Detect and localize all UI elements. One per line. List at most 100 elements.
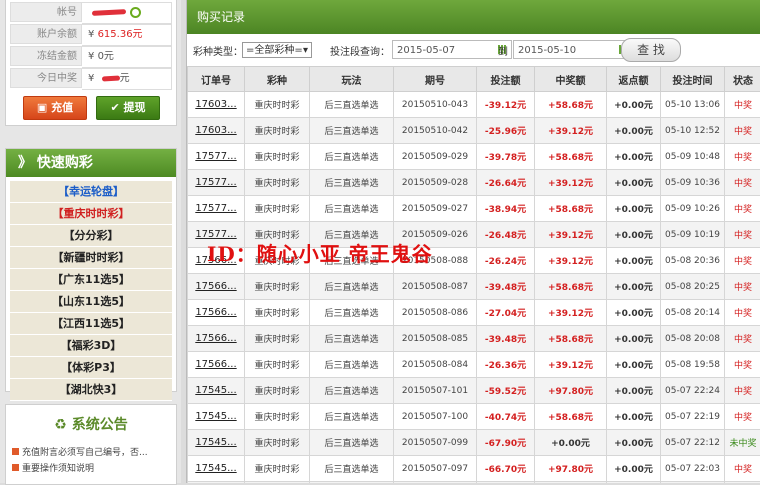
- lottery-cell: 重庆时时彩: [245, 352, 310, 378]
- deposit-icon: ▣: [37, 101, 51, 114]
- bet-time-cell: 05-09 10:26: [661, 196, 725, 222]
- order-id-link[interactable]: 17577...: [188, 196, 245, 222]
- notice-header: ♻ 系统公告: [6, 405, 176, 445]
- bet-amount-cell: -26.36元: [477, 352, 535, 378]
- play-type-cell: 后三直选单选: [310, 352, 394, 378]
- column-header: 返点额: [607, 67, 661, 92]
- quick-buy-item[interactable]: 【江西11选5】: [10, 313, 172, 335]
- win-amount-cell: +0.00元: [535, 430, 607, 456]
- column-header: 玩法: [310, 67, 394, 92]
- quick-buy-item[interactable]: 【新疆时时彩】: [10, 247, 172, 269]
- date-to-input[interactable]: 2015-05-10: [513, 40, 633, 59]
- bet-time-cell: 05-08 20:36: [661, 248, 725, 274]
- rebate-cell: +0.00元: [607, 118, 661, 144]
- quick-buy-item[interactable]: 【山东11选5】: [10, 291, 172, 313]
- account-value: ¥ 615.36元: [82, 24, 172, 46]
- order-id-link[interactable]: 17545...: [188, 378, 245, 404]
- table-row: 17566...重庆时时彩后三直选单选20150508-086-27.04元+3…: [188, 300, 760, 326]
- order-id-link[interactable]: 17566...: [188, 274, 245, 300]
- quick-buy-item[interactable]: 【福彩3D】: [10, 335, 172, 357]
- bet-time-cell: 05-08 19:58: [661, 352, 725, 378]
- win-amount-cell: +39.12元: [535, 118, 607, 144]
- order-id-link[interactable]: 17603...: [188, 118, 245, 144]
- win-amount-cell: +39.12元: [535, 300, 607, 326]
- column-header: 中奖额: [535, 67, 607, 92]
- quick-buy-item[interactable]: 【分分彩】: [10, 225, 172, 247]
- deposit-button[interactable]: ▣ 充值: [23, 96, 87, 120]
- lottery-cell: 重庆时时彩: [245, 170, 310, 196]
- issue-cell: 20150509-027: [394, 196, 477, 222]
- order-id-link[interactable]: 17545...: [188, 404, 245, 430]
- order-id-link[interactable]: 17577...: [188, 144, 245, 170]
- account-label: 帐号: [10, 2, 82, 22]
- watermark-text: ID：随心小亚 帝王鬼谷: [207, 238, 433, 267]
- bet-amount-cell: -40.74元: [477, 404, 535, 430]
- quick-buy-title: 快速购彩: [37, 155, 93, 171]
- purchase-records-panel: 购买记录 彩种类型： =全部彩种=▾ 投注段查询： 2015-05-07 到 2…: [186, 0, 760, 483]
- left-sidebar: 帐号 账户余额 ¥ 615.36元 冻结金额 ¥ 0元 今日中奖 ¥ 元 ▣ 充…: [0, 0, 181, 483]
- issue-cell: 20150510-043: [394, 92, 477, 118]
- order-id-link[interactable]: 17545...: [188, 456, 245, 482]
- win-amount-cell: +58.68元: [535, 144, 607, 170]
- order-id-link[interactable]: 17566...: [188, 352, 245, 378]
- account-panel: 帐号 账户余额 ¥ 615.36元 冻结金额 ¥ 0元 今日中奖 ¥ 元 ▣ 充…: [5, 0, 177, 126]
- quick-buy-item[interactable]: 【体彩P3】: [10, 357, 172, 379]
- rebate-cell: +0.00元: [607, 222, 661, 248]
- order-id-link[interactable]: 17566...: [188, 300, 245, 326]
- quick-buy-item[interactable]: 【广东11选5】: [10, 269, 172, 291]
- notice-item[interactable]: 重要操作须知说明: [6, 461, 176, 477]
- date-from-input[interactable]: 2015-05-07: [392, 40, 512, 59]
- issue-cell: 20150507-100: [394, 404, 477, 430]
- lottery-type-select[interactable]: =全部彩种=▾: [242, 42, 312, 58]
- to-label: 到: [498, 43, 508, 58]
- bet-time-cell: 05-07 22:24: [661, 378, 725, 404]
- frozen-value: 0元: [98, 51, 114, 62]
- bet-amount-cell: -25.96元: [477, 118, 535, 144]
- rebate-cell: +0.00元: [607, 196, 661, 222]
- win-amount-cell: +39.12元: [535, 352, 607, 378]
- refresh-icon[interactable]: [130, 7, 141, 18]
- status-cell: 中奖: [725, 326, 760, 352]
- status-cell: 中奖: [725, 404, 760, 430]
- win-amount-cell: +58.68元: [535, 196, 607, 222]
- win-amount-cell: +97.80元: [535, 456, 607, 482]
- quick-buy-panel: 》 快速购彩 【幸运轮盘】 【重庆时时彩】 【分分彩】 【新疆时时彩】 【广东1…: [5, 148, 177, 392]
- account-label: 今日中奖: [10, 68, 82, 88]
- order-id-link[interactable]: 17545...: [188, 430, 245, 456]
- play-type-cell: 后三直选单选: [310, 170, 394, 196]
- date-range-label: 投注段查询：: [330, 43, 390, 58]
- issue-cell: 20150508-085: [394, 326, 477, 352]
- order-id-link[interactable]: 17603...: [188, 92, 245, 118]
- quick-buy-item[interactable]: 【湖北快3】: [10, 379, 172, 401]
- order-id-link[interactable]: 17577...: [188, 170, 245, 196]
- notice-item[interactable]: 充值附言必须写自己编号，否...: [6, 445, 176, 461]
- status-cell: 中奖: [725, 196, 760, 222]
- table-row: 17577...重庆时时彩后三直选单选20150509-028-26.64元+3…: [188, 170, 760, 196]
- notice-icon: [12, 464, 19, 471]
- account-label: 账户余额: [10, 24, 82, 44]
- notice-icon: [12, 448, 19, 455]
- issue-cell: 20150507-099: [394, 430, 477, 456]
- table-row: 17566...重庆时时彩后三直选单选20150508-085-39.48元+5…: [188, 326, 760, 352]
- rebate-cell: +0.00元: [607, 274, 661, 300]
- column-header: 投注额: [477, 67, 535, 92]
- redacted-mark: [101, 75, 119, 81]
- status-cell: 中奖: [725, 378, 760, 404]
- quick-buy-item[interactable]: 【幸运轮盘】: [10, 181, 172, 203]
- account-value: ¥ 0元: [82, 46, 172, 68]
- bet-amount-cell: -38.94元: [477, 196, 535, 222]
- play-type-cell: 后三直选单选: [310, 430, 394, 456]
- column-header: 期号: [394, 67, 477, 92]
- quick-buy-item[interactable]: 【重庆时时彩】: [10, 203, 172, 225]
- rebate-cell: +0.00元: [607, 456, 661, 482]
- issue-cell: 20150508-087: [394, 274, 477, 300]
- rebate-cell: +0.00元: [607, 352, 661, 378]
- withdraw-button[interactable]: ✔ 提现: [96, 96, 160, 120]
- column-header: 彩种: [245, 67, 310, 92]
- bet-time-cell: 05-08 20:25: [661, 274, 725, 300]
- search-button[interactable]: 查 找: [621, 38, 681, 62]
- status-cell: 中奖: [725, 300, 760, 326]
- order-id-link[interactable]: 17566...: [188, 326, 245, 352]
- play-type-cell: 后三直选单选: [310, 378, 394, 404]
- win-amount-cell: +39.12元: [535, 248, 607, 274]
